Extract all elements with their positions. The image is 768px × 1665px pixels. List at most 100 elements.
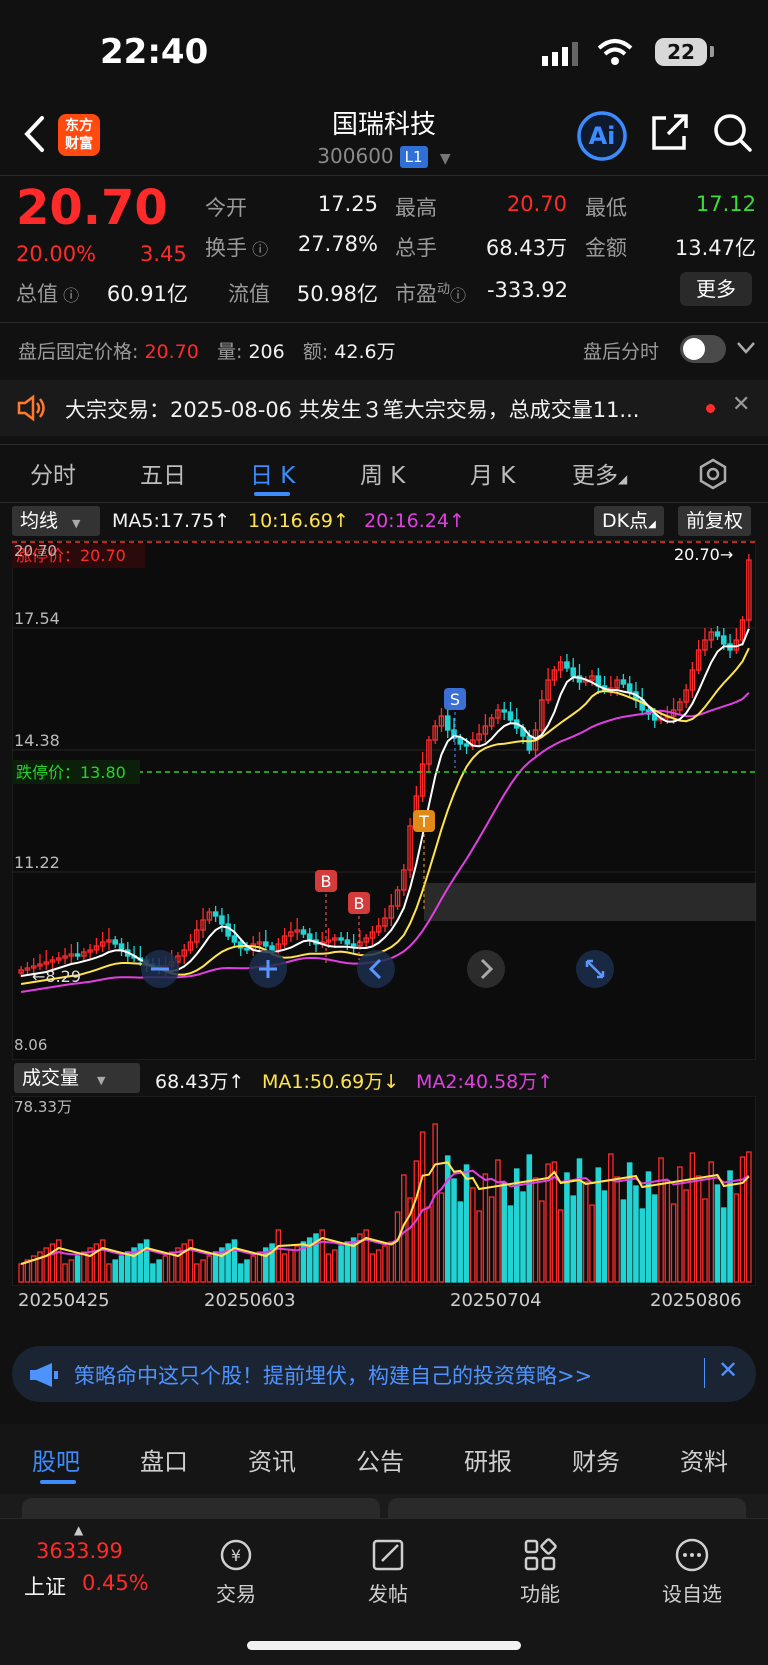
volume-chart[interactable]: 78.33万 [12, 1096, 756, 1286]
low-label: 最低 [585, 196, 627, 220]
more-dots-icon [675, 1538, 709, 1572]
battery-icon: 22 [655, 38, 707, 66]
candle-body [118, 943, 125, 951]
tab-monthly-k[interactable]: 月 K [470, 456, 515, 490]
svg-text:S: S [450, 690, 460, 709]
pan-right-button[interactable] [467, 950, 505, 988]
strategy-banner[interactable]: 策略命中这只个股！提前埋伏，构建自己的投资策略>> ✕ [12, 1346, 756, 1402]
volume-bar [570, 1195, 576, 1283]
wifi-icon [597, 39, 633, 65]
tab-forum[interactable]: 股吧 [32, 1442, 80, 1477]
peek-card [388, 1498, 746, 1518]
tab-five-day[interactable]: 五日 [140, 456, 186, 490]
date-label: 20250806 [650, 1290, 742, 1311]
svg-text:B: B [321, 872, 332, 891]
toggle-knob [683, 338, 705, 360]
svg-text:¥: ¥ [231, 1546, 241, 1565]
quote-panel: 20.70 20.00% 3.45 总值 ⓘ 今开 17.25 最高 20.70… [0, 176, 768, 316]
nav-watchlist[interactable]: 设自选 [642, 1537, 742, 1607]
candle-body [444, 715, 451, 731]
candle-body [507, 711, 514, 721]
volume-bar [639, 1208, 646, 1283]
candle-body [501, 709, 507, 713]
min-price-label: ←8.29 [32, 967, 81, 986]
float-label: 流值 [228, 282, 270, 306]
amount-value: 13.47亿 [674, 236, 756, 260]
tab-announcements[interactable]: 公告 [356, 1442, 404, 1477]
index-ticker[interactable]: ▲ 3633.99 上证 0.45% [0, 1519, 160, 1619]
volume-bar [112, 1259, 119, 1283]
fullscreen-button[interactable] [576, 950, 614, 988]
last-price-label: 20.70→ [674, 545, 733, 564]
pan-left-button[interactable] [357, 950, 395, 988]
close-icon[interactable]: ✕ [718, 1356, 738, 1384]
tab-daily-k[interactable]: 日 K [250, 456, 295, 490]
volume-bar [620, 1199, 627, 1283]
ma-selector[interactable]: 均线 ▼ [12, 506, 100, 536]
volume-indicator-selector[interactable]: 成交量 ▼ [14, 1063, 140, 1093]
close-icon[interactable]: ✕ [732, 392, 750, 417]
tab-more[interactable]: 更多◢ [572, 456, 627, 490]
volume-legend-row: 成交量 ▼ 68.43万↑ MA1:50.69万↓ MA2:40.58万↑ [0, 1060, 768, 1096]
axis-label: 14.38 [14, 731, 60, 750]
volume-ma1: MA1:50.69万↓ [262, 1071, 400, 1093]
candle-body [300, 929, 307, 935]
nav-functions[interactable]: 功能 [490, 1537, 590, 1607]
nav-post[interactable]: 发帖 [338, 1537, 438, 1607]
svg-text:Ai: Ai [589, 122, 616, 150]
corner-triangle-icon: ◢ [618, 472, 628, 486]
dropdown-triangle-icon: ▼ [97, 1074, 106, 1087]
candle-body [620, 679, 627, 685]
gear-icon[interactable] [697, 458, 729, 490]
volume-bar [244, 1259, 250, 1283]
volume-bar [520, 1191, 526, 1283]
axis-label: 17.54 [14, 609, 60, 628]
clock: 22:40 [100, 32, 209, 72]
tab-orderbook[interactable]: 盘口 [140, 1442, 188, 1477]
share-icon[interactable] [650, 112, 690, 152]
volume-bar [633, 1185, 639, 1283]
high-label: 最高 [395, 196, 437, 220]
search-icon[interactable] [712, 112, 754, 154]
axis-bottom-label: 8.06 [14, 1036, 47, 1054]
tab-weekly-k[interactable]: 周 K [360, 456, 405, 490]
candle-body [219, 915, 225, 925]
volume-bar [74, 1255, 81, 1283]
svg-text:T: T [418, 812, 429, 831]
candle-body [350, 943, 357, 947]
home-indicator [247, 1641, 521, 1650]
candle-body [720, 635, 727, 645]
zoom-out-button[interactable] [141, 950, 179, 988]
volume-bar [231, 1239, 238, 1283]
tab-profile[interactable]: 资料 [680, 1442, 728, 1477]
divider [0, 444, 768, 445]
volume-bar [714, 1184, 721, 1283]
axis-label: 11.22 [14, 853, 60, 872]
current-price: 20.70 [16, 180, 168, 236]
candle-body [344, 939, 351, 945]
price-chart[interactable]: 涨停价：20.70 20.70 20.70→ 跌停价：13.80 17.54 1… [12, 540, 756, 1060]
unread-dot [706, 404, 715, 413]
chevron-down-icon[interactable] [736, 341, 756, 355]
dk-point-button[interactable]: DK点◢ [594, 506, 664, 536]
tab-news[interactable]: 资讯 [248, 1442, 296, 1477]
mktcap-label: 总值 ⓘ [16, 282, 80, 306]
tab-financials[interactable]: 财务 [572, 1442, 620, 1477]
ai-icon[interactable]: Ai [576, 110, 628, 162]
change-percent: 20.00% [16, 242, 97, 266]
divider [0, 322, 768, 323]
turnover-label: 换手 ⓘ [205, 236, 269, 260]
nav-trade[interactable]: ¥ 交易 [186, 1537, 286, 1607]
candle-body [112, 939, 119, 945]
tab-research[interactable]: 研报 [464, 1442, 512, 1477]
ma-legend-row: 均线 ▼ MA5:17.75↑ 10:16.69↑ 20:16.24↑ DK点◢ … [0, 506, 768, 540]
adjust-button[interactable]: 前复权 [678, 506, 752, 536]
more-button[interactable]: 更多 [680, 272, 752, 306]
divider [0, 502, 768, 503]
tab-intraday[interactable]: 分时 [30, 456, 76, 490]
block-trade-notice[interactable]: 大宗交易：2025-08-06 共发生３笔大宗交易，总成交量11... ✕ [0, 380, 768, 436]
divider [704, 1358, 705, 1388]
volume-bar [156, 1259, 162, 1283]
volume-bar [451, 1178, 457, 1283]
zoom-in-button[interactable] [249, 950, 287, 988]
